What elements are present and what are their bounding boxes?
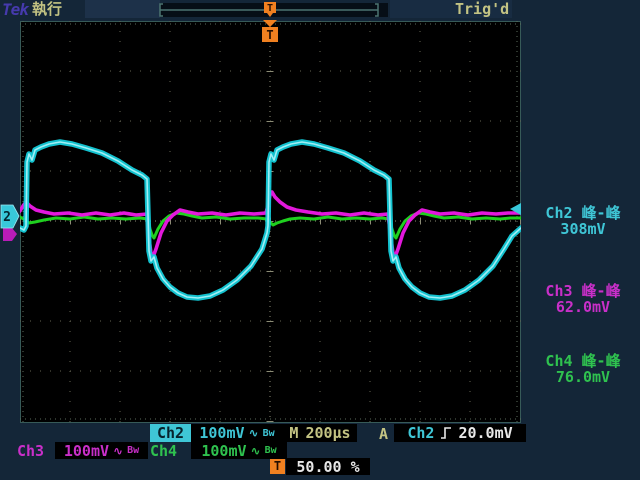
ch4-scale-value: 100mV	[201, 441, 247, 460]
ch2-scale-readout: 100mV ∿ Bw	[191, 424, 283, 442]
measurement-ch4: Ch4 峰-峰 76.0mV	[528, 353, 638, 385]
ch4-channel-label: Ch4	[150, 442, 178, 460]
oscilloscope-screen: Tek 執行 Trig'd T T 2 Ch2 峰-峰 308mV Ch3 峰-…	[0, 0, 640, 480]
measurement-ch3: Ch3 峰-峰 62.0mV	[528, 283, 638, 315]
ch3-channel-label: Ch3	[17, 442, 45, 460]
ch4-coupling-icon: ∿	[250, 443, 261, 458]
ch2-coupling-icon: ∿	[248, 426, 259, 440]
ch2-ground-marker: 2	[0, 204, 20, 229]
measurement-ch4-value: 76.0mV	[555, 368, 611, 386]
timebase-readout: M 200µs	[283, 424, 357, 442]
measurement-ch2: Ch2 峰-峰 308mV	[528, 205, 638, 237]
measurement-ch2-label: Ch2 峰-峰	[545, 204, 621, 222]
horizontal-position-value: 50.00 %	[296, 457, 360, 476]
timebase-label: M	[289, 424, 299, 442]
trigger-readout: Ch2 20.0mV	[394, 424, 526, 442]
record-trigger-icon: T	[264, 2, 276, 17]
ch4-scale-readout: 100mV ∿ Bw	[191, 441, 287, 460]
ch3-scale-readout: 100mV ∿ Bw	[55, 441, 148, 460]
measurement-ch4-label: Ch4 峰-峰	[545, 352, 621, 370]
ch2-scale-value: 100mV	[199, 424, 245, 442]
timebase-value: 200µs	[305, 424, 351, 442]
svg-text:T: T	[266, 28, 273, 42]
measurement-ch3-value: 62.0mV	[555, 298, 611, 316]
svg-text:2: 2	[3, 210, 11, 225]
ch3-ground-marker	[3, 228, 17, 241]
trigger-level: 20.0mV	[458, 424, 513, 442]
ch3-scale-value: 100mV	[63, 441, 110, 460]
trigger-source: Ch2	[407, 424, 435, 442]
svg-text:T: T	[267, 3, 273, 14]
ch2-bandwidth-icon: Bw	[262, 427, 275, 439]
trigger-level-arrow-icon	[510, 203, 521, 215]
measurement-ch2-value: 308mV	[560, 220, 606, 238]
ch2-channel-badge: Ch2	[150, 424, 191, 442]
ch4-bandwidth-icon: Bw	[264, 445, 277, 456]
horizontal-position-icon: T	[270, 459, 285, 474]
trigger-position-icon: T	[262, 20, 278, 42]
acquisition-label: A	[379, 425, 389, 443]
overlay-markers: T T 2	[0, 2, 521, 241]
rising-edge-icon	[441, 427, 452, 439]
ch3-coupling-icon: ∿	[113, 443, 124, 458]
measurement-ch3-label: Ch3 峰-峰	[545, 282, 621, 300]
horizontal-position-readout: 50.00 %	[286, 457, 370, 476]
ch3-bandwidth-icon: Bw	[127, 445, 140, 456]
